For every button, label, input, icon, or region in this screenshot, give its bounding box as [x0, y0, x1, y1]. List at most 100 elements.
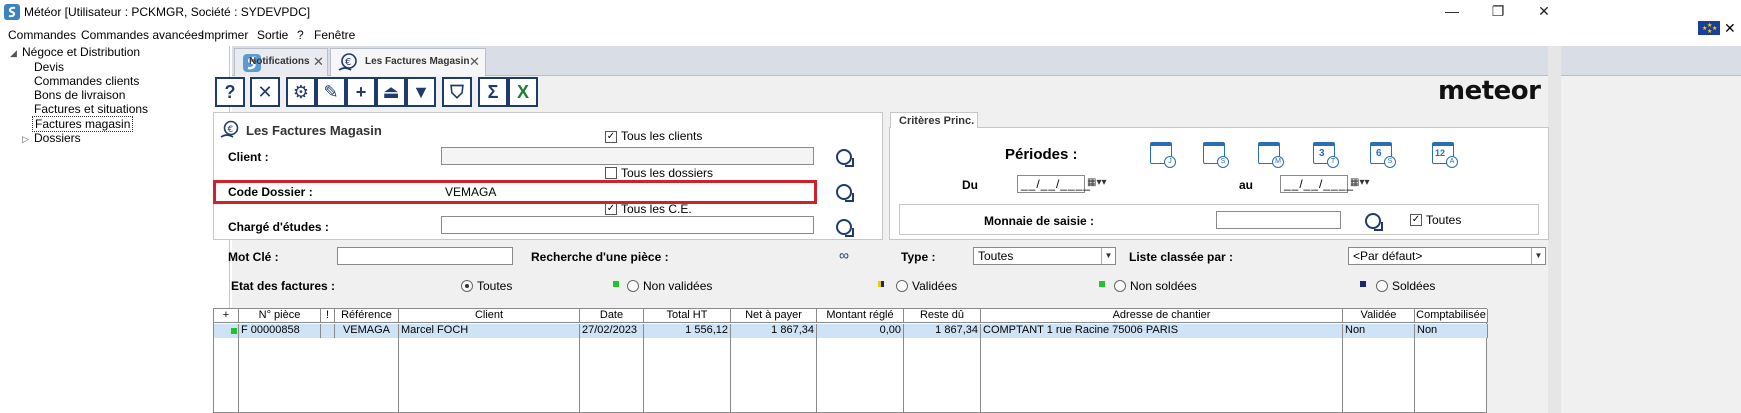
mot-cle-label: Mot Clé :: [228, 250, 279, 264]
client-field[interactable]: [441, 147, 814, 165]
help-icon[interactable]: ?: [215, 77, 245, 107]
title-bar: Météor [Utilisateur : PCKMGR, Société : …: [0, 0, 1741, 24]
minimize-button[interactable]: —: [1434, 2, 1470, 22]
vertical-scrollbar[interactable]: [1548, 46, 1561, 413]
all-clients-checkbox[interactable]: ✓: [605, 131, 617, 143]
liste-classee-value: <Par défaut>: [1353, 249, 1423, 263]
edit-icon[interactable]: ✎: [316, 77, 346, 107]
navigation-tree: ◢ Négoce et Distribution Devis Commandes…: [0, 45, 230, 413]
column-header-comptabilisee[interactable]: Comptabilisée: [1415, 309, 1488, 323]
monnaie-field[interactable]: [1216, 211, 1341, 229]
tab-notifications[interactable]: Notifications ✕: [234, 48, 328, 76]
tree-item-dossiers[interactable]: Dossiers: [34, 131, 81, 145]
liste-classee-select[interactable]: <Par défaut> ▼: [1348, 247, 1546, 265]
type-select[interactable]: Toutes ▼: [973, 247, 1116, 265]
column-header-reste-du[interactable]: Reste dû: [904, 309, 981, 323]
toutes-monnaie-checkbox[interactable]: ✓: [1410, 214, 1422, 226]
period-semester-icon[interactable]: 6 S: [1370, 142, 1396, 168]
criteria-tab-label: Critères Princ.: [899, 115, 975, 127]
grid-column-line: [980, 338, 981, 413]
column-header-expand[interactable]: +: [214, 309, 239, 323]
column-header-adresse-chantier[interactable]: Adresse de chantier: [981, 309, 1343, 323]
code-dossier-field[interactable]: VEMAGA: [445, 185, 496, 199]
period-week-icon[interactable]: S: [1203, 142, 1229, 168]
code-dossier-lookup-icon[interactable]: [836, 184, 854, 202]
recherche-piece-label: Recherche d'une pièce :: [531, 250, 669, 264]
tree-item-bons-de-livraison[interactable]: Bons de livraison: [34, 88, 125, 102]
menu-commandes-avancees[interactable]: Commandes avancées: [81, 28, 204, 42]
column-header-total-ht[interactable]: Total HT: [644, 309, 731, 323]
date-from-field[interactable]: __/__/____: [1017, 175, 1090, 193]
tree-item-factures-et-situations[interactable]: Factures et situations: [34, 102, 148, 116]
etat-toutes-radio[interactable]: [461, 280, 473, 292]
tree-root[interactable]: Négoce et Distribution: [22, 45, 140, 59]
tree-item-commandes-clients[interactable]: Commandes clients: [34, 74, 139, 88]
menu-imprimer[interactable]: Imprimer: [201, 28, 248, 42]
mot-cle-field[interactable]: [337, 247, 513, 265]
table-row[interactable]: F 00000858 VEMAGA Marcel FOCH 27/02/2023…: [214, 324, 1488, 338]
charge-etudes-field[interactable]: [441, 216, 814, 234]
etat-toutes-label: Toutes: [477, 279, 513, 293]
menu-sortie[interactable]: Sortie: [257, 28, 288, 42]
au-label: au: [1239, 178, 1254, 192]
toutes-monnaie-label: Toutes: [1426, 213, 1462, 227]
all-dossiers-checkbox[interactable]: [605, 167, 617, 179]
column-header-reference[interactable]: Référence: [335, 309, 399, 323]
excel-icon[interactable]: X: [508, 77, 538, 107]
column-header-num-piece[interactable]: N° pièce: [239, 309, 321, 323]
criteria-tab[interactable]: Critères Princ.: [890, 112, 978, 128]
non-validees-legend-square: [613, 281, 619, 287]
tab-factures-magasin[interactable]: € Les Factures Magasin ✕: [330, 48, 486, 76]
menu-fenetre[interactable]: Fenêtre: [314, 28, 355, 42]
column-header-montant-regle[interactable]: Montant réglé: [817, 309, 904, 323]
etat-non-soldees-radio[interactable]: [1114, 280, 1126, 292]
column-header-validee[interactable]: Validée: [1343, 309, 1415, 323]
etat-validees-radio[interactable]: [896, 280, 908, 292]
period-semester-letter: S: [1384, 156, 1396, 168]
etat-non-validees-radio[interactable]: [627, 280, 639, 292]
close-tab-icon[interactable]: ✕: [469, 54, 480, 70]
expand-arrow-icon[interactable]: ◢: [10, 48, 17, 59]
eject-icon[interactable]: ⏏: [376, 77, 406, 107]
date-from-picker-icon[interactable]: ▦▾▾: [1087, 177, 1107, 188]
column-header-date[interactable]: Date: [580, 309, 644, 323]
settings-icon[interactable]: ⚙: [286, 77, 316, 107]
all-ce-checkbox[interactable]: ✓: [605, 203, 617, 215]
close-document-icon[interactable]: ✕: [1724, 20, 1736, 37]
monnaie-lookup-icon[interactable]: [1365, 213, 1383, 231]
grid-column-line: [643, 338, 644, 413]
close-window-button[interactable]: ✕: [1526, 2, 1562, 22]
period-month-letter: M: [1272, 156, 1284, 168]
menu-commandes[interactable]: Commandes: [8, 28, 76, 42]
date-to-picker-icon[interactable]: ▦▾▾: [1350, 177, 1370, 188]
eu-flag-icon[interactable]: ★ ★ ★ ★: [1698, 21, 1720, 35]
period-year-icon[interactable]: 12 A: [1432, 142, 1458, 168]
date-to-field[interactable]: __/__/____: [1280, 175, 1353, 193]
down-icon[interactable]: ▼: [406, 77, 436, 107]
tree-item-factures-magasin[interactable]: Factures magasin: [32, 116, 134, 132]
chevron-down-icon[interactable]: ▼: [1531, 248, 1545, 264]
charge-etudes-lookup-icon[interactable]: [836, 219, 854, 237]
filter-icon[interactable]: ⛉: [442, 77, 472, 107]
period-quarter-icon[interactable]: 3 T: [1313, 142, 1339, 168]
period-day-icon[interactable]: J: [1150, 142, 1176, 168]
period-month-icon[interactable]: M: [1258, 142, 1284, 168]
menu-help[interactable]: ?: [297, 28, 304, 42]
cell-reference: VEMAGA: [335, 324, 399, 338]
column-header-flag[interactable]: !: [321, 309, 335, 323]
monnaie-label: Monnaie de saisie :: [984, 214, 1095, 228]
cancel-icon[interactable]: ✕: [250, 77, 280, 107]
column-header-net-a-payer[interactable]: Net à payer: [731, 309, 817, 323]
restore-button[interactable]: ❐: [1480, 2, 1516, 22]
chevron-down-icon[interactable]: ▼: [1101, 248, 1115, 264]
etat-soldees-radio[interactable]: [1376, 280, 1388, 292]
column-header-client[interactable]: Client: [399, 309, 580, 323]
close-tab-icon[interactable]: ✕: [313, 54, 324, 70]
period-quarter-number: 3: [1319, 148, 1325, 159]
binoculars-icon[interactable]: ∞: [839, 247, 849, 263]
tree-item-devis[interactable]: Devis: [34, 60, 64, 74]
sum-icon[interactable]: Σ: [478, 77, 508, 107]
client-lookup-icon[interactable]: [836, 149, 854, 167]
add-icon[interactable]: +: [346, 77, 376, 107]
collapse-arrow-icon[interactable]: ▷: [22, 134, 29, 145]
